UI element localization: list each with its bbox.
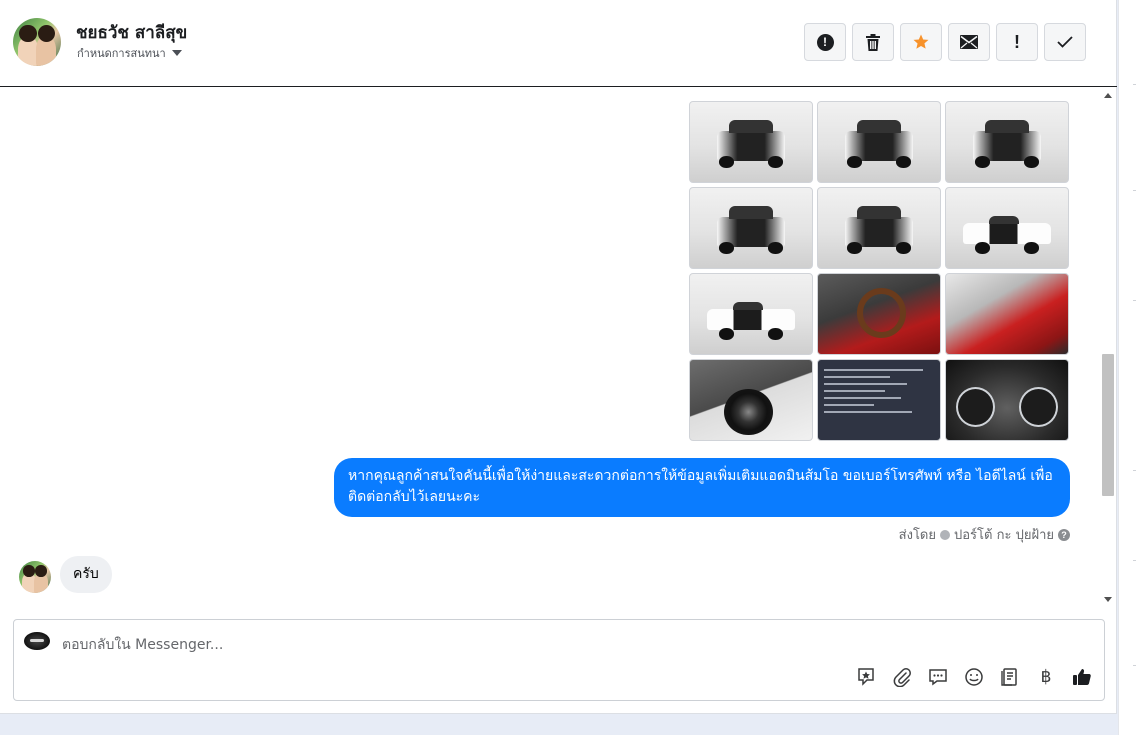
sent-by-label: ส่งโดย [898,528,936,543]
exclamation-icon: ! [1014,31,1020,52]
photo-side[interactable] [945,187,1069,269]
contact-name[interactable]: ชยธวัช สาลีสุข [76,19,187,46]
scroll-up-arrow-icon[interactable] [1104,93,1112,98]
photo-rear[interactable] [689,187,813,269]
notes-icon[interactable] [1000,666,1020,688]
thumbs-up-icon[interactable] [1072,666,1092,688]
envelope-icon [960,35,978,49]
photo-steering[interactable] [817,273,941,355]
sent-by-info: ส่งโดย ปอร์โต้ กะ ปุยฝ้าย ? [899,524,1070,545]
side-panel-edge [1118,0,1136,735]
star-button[interactable] [900,23,942,61]
alert-circle-icon: ! [816,33,834,51]
photo-grid [689,101,1070,441]
outgoing-message[interactable]: หากคุณลูกค้าสนใจคันนี้เพื่อให้ง่ายและสะด… [334,458,1070,517]
trash-icon [866,33,880,51]
scroll-thumb[interactable] [1102,354,1114,496]
conversation-toolbar: ! ! [804,23,1086,61]
photo-side-2[interactable] [689,273,813,355]
photo-wheel[interactable] [689,359,813,441]
sender-name: ปอร์โต้ กะ ปุยฝ้าย [954,528,1054,543]
check-icon [1057,36,1073,48]
email-button[interactable] [948,23,990,61]
message-thread: หากคุณลูกค้าสนใจคันนี้เพื่อให้ง่ายและสะด… [0,88,1117,607]
saved-replies-icon[interactable] [928,666,948,688]
delete-button[interactable] [852,23,894,61]
conversation-options-label: กำหนดการสนทนา [77,47,166,60]
composer-tools: ฿ [856,666,1092,688]
sticker-star-icon[interactable] [856,666,876,688]
report-button[interactable]: ! [804,23,846,61]
conversation-panel: ชยธวัช สาลีสุข กำหนดการสนทนา ! ! หากคุณล… [0,0,1117,714]
incoming-message[interactable]: ครับ [60,556,112,593]
photo-rear-angle[interactable] [945,101,1069,183]
baht-icon[interactable]: ฿ [1036,666,1056,688]
conversation-options[interactable]: กำหนดการสนทนา [77,44,182,62]
photo-front[interactable] [689,101,813,183]
help-icon[interactable]: ? [1058,528,1070,541]
caret-down-icon [171,50,182,56]
page-logo-icon [24,632,50,650]
mark-done-button[interactable] [1044,23,1086,61]
photo-gauges[interactable] [945,359,1069,441]
mark-important-button[interactable]: ! [996,23,1038,61]
contact-avatar-small[interactable] [19,561,51,593]
reply-composer[interactable]: ตอบกลับใน Messenger... ฿ [13,619,1105,701]
photo-spec-sheet[interactable] [817,359,941,441]
photo-front-angle[interactable] [817,101,941,183]
reply-input[interactable]: ตอบกลับใน Messenger... [62,634,223,656]
photo-rear-side[interactable] [817,187,941,269]
contact-avatar[interactable] [13,18,61,66]
emoji-icon[interactable] [964,666,984,688]
star-icon [913,34,929,49]
attachment-icon[interactable] [892,666,912,688]
thread-scrollbar[interactable] [1100,88,1116,607]
photo-seats[interactable] [945,273,1069,355]
scroll-down-arrow-icon[interactable] [1104,597,1112,602]
sender-dot-icon [940,529,950,540]
conversation-header: ชยธวัช สาลีสุข กำหนดการสนทนา ! ! [0,0,1117,87]
